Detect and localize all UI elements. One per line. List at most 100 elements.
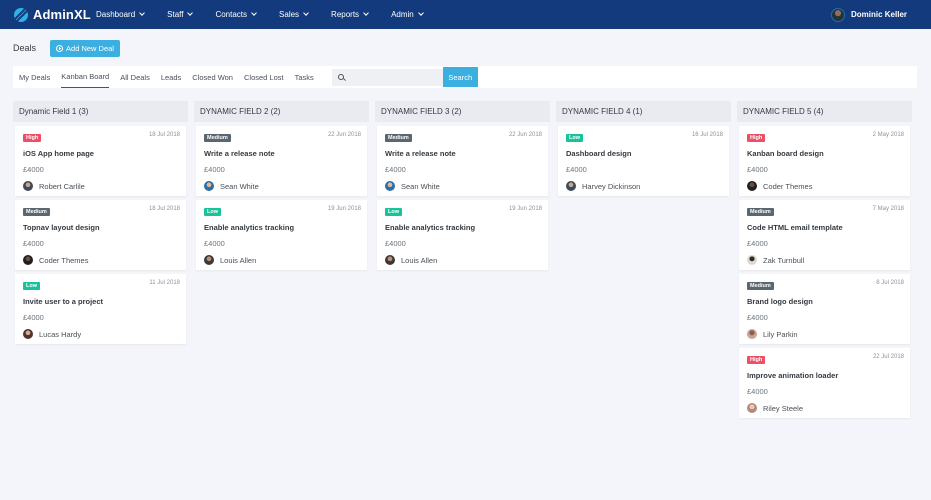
deal-card[interactable]: Medium 7 May 2018 Code HTML email template… [739,200,910,270]
avatar [23,329,33,339]
add-new-deal-button[interactable]: Add New Deal [50,39,120,57]
deal-card[interactable]: Medium 22 Jun 2018 Write a release note £40… [377,126,548,196]
deal-title: Kanban board design [747,149,824,158]
search-button[interactable]: Search [442,67,478,87]
tab-my-deals[interactable]: My Deals [19,66,50,88]
deal-amount: £4000 [747,239,768,248]
tab-tasks[interactable]: Tasks [295,66,314,88]
deal-card[interactable]: Low 19 Jun 2018 Enable analytics tracking £… [377,200,548,270]
user-name: Dominic Keller [850,10,907,19]
deal-date: 18 Jul 2018 [148,206,180,212]
search-input[interactable] [348,72,439,82]
nav-label: Dashboard [96,10,136,19]
plus-circle-icon [56,44,64,52]
deal-title: iOS App home page [23,149,94,158]
column-header: DYNAMIC FIELD 5 (4) [737,101,912,122]
nav-item-staff[interactable]: Staff [167,10,194,19]
search-group: Search [331,67,478,87]
deal-date: 22 Jun 2018 [508,132,542,138]
deal-amount: £4000 [23,165,44,174]
priority-badge: Low [566,134,583,142]
tab-kanban-board[interactable]: Kanban Board [61,66,110,88]
owner-name: Lily Parkin [763,329,798,339]
priority-badge: Low [204,208,221,216]
deal-date: 8 Jul 2018 [876,280,904,286]
kanban-column: DYNAMIC FIELD 3 (2) Medium 22 Jun 2018 Writ… [375,101,550,418]
priority-badge: Medium [747,208,774,216]
deal-card[interactable]: Low 19 Jun 2018 Enable analytics tracking £… [196,200,367,270]
deal-title: Improve animation loader [747,371,839,380]
avatar [747,403,757,413]
priority-badge: Medium [747,282,774,290]
deal-card[interactable]: High 2 May 2018 Kanban board design £4000 Co… [739,126,910,196]
chevron-down-icon [303,10,309,16]
owner-name: Coder Themes [39,255,89,265]
priority-badge: Medium [204,134,231,142]
deal-amount: £4000 [566,165,587,174]
owner-name: Sean White [401,181,440,191]
deal-title: Write a release note [204,149,275,158]
deal-owner: Coder Themes [23,255,180,265]
deal-date: 22 Jun 2018 [327,132,361,138]
user-menu[interactable]: Dominic Keller [830,7,907,22]
avatar [23,181,33,191]
nav-item-contacts[interactable]: Contacts [215,10,257,19]
nav-label: Contacts [215,10,248,19]
deal-amount: £4000 [747,165,768,174]
top-navbar: AdminXL Dashboard Staff Contacts Sales R… [0,0,931,29]
priority-badge: Low [23,282,40,290]
deal-owner: Robert Carlile [23,181,180,191]
deal-date: 11 Jul 2018 [149,280,180,286]
deal-amount: £4000 [385,165,406,174]
chevron-down-icon [363,10,369,16]
tab-all-deals[interactable]: All Deals [120,66,150,88]
nav-item-dashboard[interactable]: Dashboard [96,10,145,19]
owner-name: Zak Turnbull [763,255,805,265]
deal-amount: £4000 [23,239,44,248]
nav-label: Staff [167,10,184,19]
deal-date: 22 Jul 2018 [872,354,904,360]
nav-label: Sales [279,10,300,19]
chevron-down-icon [417,10,424,16]
deal-date: 19 Jun 2018 [327,206,361,212]
deal-card[interactable]: Medium 22 Jun 2018 Write a release note £40… [196,126,367,196]
deal-card[interactable]: Medium 18 Jul 2018 Topnav layout design £40… [15,200,186,270]
chevron-down-icon [139,10,145,16]
deal-title: Code HTML email template [747,223,843,232]
deal-amount: £4000 [385,239,406,248]
kanban-column: DYNAMIC FIELD 5 (4) High 2 May 2018 Kanban … [737,101,912,418]
kanban-board: Dynamic Field 1 (3) High 18 Jul 2018 iOS Ap… [13,101,931,418]
deal-owner: Louis Allen [385,255,542,265]
deal-card[interactable]: Low 16 Jul 2018 Dashboard design £4000 Harve… [558,126,729,196]
chevron-down-icon [251,10,257,16]
deal-amount: £4000 [747,387,768,396]
avatar [204,181,214,191]
nav-item-reports[interactable]: Reports [331,10,369,19]
nav-item-sales[interactable]: Sales [279,10,309,19]
kanban-column: DYNAMIC FIELD 2 (2) Medium 22 Jun 2018 Writ… [194,101,369,418]
nav-item-admin[interactable]: Admin [391,10,424,19]
deal-title: Brand logo design [747,297,813,306]
deal-card[interactable]: Low 11 Jul 2018 Invite user to a project £4… [15,274,186,344]
owner-name: Lucas Hardy [39,329,82,339]
nav-label: Reports [331,10,360,19]
deal-card[interactable]: Medium 8 Jul 2018 Brand logo design £4000 Li… [739,274,910,344]
tab-leads[interactable]: Leads [161,66,181,88]
avatar [385,181,395,191]
deal-owner: Sean White [385,181,542,191]
avatar [747,329,757,339]
brand[interactable]: AdminXL [14,7,96,22]
kanban-column: DYNAMIC FIELD 4 (1) Low 16 Jul 2018 Dashboa… [556,101,731,418]
deal-card[interactable]: High 22 Jul 2018 Improve animation loader £… [739,348,910,418]
deal-card[interactable]: High 18 Jul 2018 iOS App home page £4000 Rob… [15,126,186,196]
brand-logo-icon [14,7,28,22]
priority-badge: High [747,134,766,142]
tab-closed-lost[interactable]: Closed Lost [244,66,284,88]
tab-closed-won[interactable]: Closed Won [192,66,233,88]
owner-name: Louis Allen [220,255,257,265]
avatar [23,255,33,265]
avatar [830,7,845,22]
kanban-column: Dynamic Field 1 (3) High 18 Jul 2018 iOS Ap… [13,101,188,418]
avatar [385,255,395,265]
deal-owner: Lucas Hardy [23,329,180,339]
